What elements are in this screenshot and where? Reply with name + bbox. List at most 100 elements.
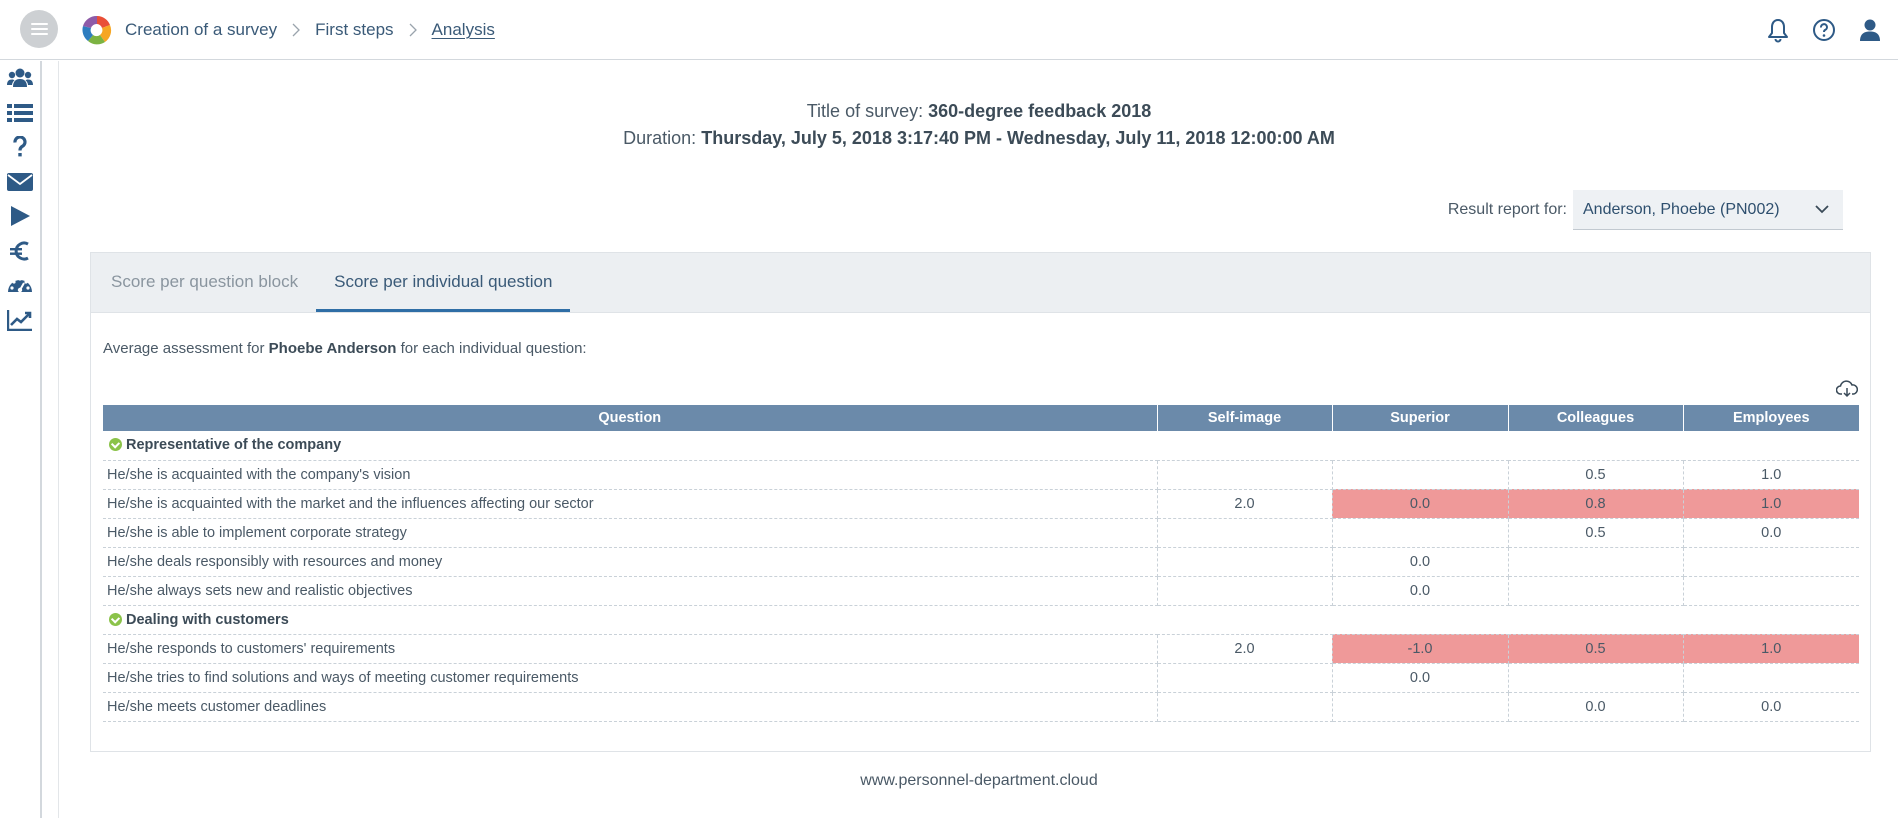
breadcrumb-analysis[interactable]: Analysis xyxy=(432,20,495,40)
superior-cell: 0.0 xyxy=(1332,489,1509,519)
question-group-row[interactable]: Dealing with customers xyxy=(103,605,1859,635)
superior-cell: 0.0 xyxy=(1332,547,1509,577)
superior-cell: -1.0 xyxy=(1332,634,1509,664)
table-row: He/she is acquainted with the market and… xyxy=(103,489,1859,519)
result-report-select[interactable]: Anderson, Phoebe (PN002) xyxy=(1573,190,1843,230)
question-cell: He/she is acquainted with the company's … xyxy=(103,460,1158,490)
column-header-self-image[interactable]: Self-image xyxy=(1157,405,1333,431)
mail-icon[interactable] xyxy=(0,165,40,200)
self-image-cell xyxy=(1157,576,1333,606)
result-report-for: Result report for: Anderson, Phoebe (PN0… xyxy=(1448,190,1843,230)
table-header-row: Question Self-image Superior Colleagues … xyxy=(103,405,1859,431)
survey-duration-value: Thursday, July 5, 2018 3:17:40 PM - Wedn… xyxy=(701,128,1335,148)
cloud-download-icon[interactable] xyxy=(1836,380,1858,398)
tab-bar: Score per question block Score per indiv… xyxy=(91,253,1870,313)
question-icon[interactable] xyxy=(0,130,40,165)
chart-icon[interactable] xyxy=(0,303,40,338)
question-cell: He/she responds to customers' requiremen… xyxy=(103,634,1158,664)
employees-cell: 1.0 xyxy=(1683,460,1859,490)
collapse-group-icon[interactable] xyxy=(109,612,122,626)
hamburger-menu-button[interactable] xyxy=(20,10,58,48)
employees-cell: 1.0 xyxy=(1683,634,1859,664)
colleagues-cell: 0.5 xyxy=(1508,460,1684,490)
superior-cell xyxy=(1332,460,1509,490)
results-table: Question Self-image Superior Colleagues … xyxy=(103,405,1859,722)
main-content: Title of survey: 360-degree feedback 201… xyxy=(58,61,1898,818)
colleagues-cell: 0.0 xyxy=(1508,692,1684,722)
chevron-down-icon xyxy=(1815,205,1829,214)
chevron-right-icon xyxy=(394,22,432,38)
question-cell: He/she tries to find solutions and ways … xyxy=(103,663,1158,693)
survey-duration: Duration: Thursday, July 5, 2018 3:17:40… xyxy=(59,128,1898,149)
self-image-cell: 2.0 xyxy=(1157,634,1333,664)
column-header-employees[interactable]: Employees xyxy=(1683,405,1859,431)
assessment-prefix: Average assessment for xyxy=(103,340,265,357)
play-icon[interactable] xyxy=(0,199,40,234)
column-header-colleagues[interactable]: Colleagues xyxy=(1508,405,1684,431)
breadcrumb-first-steps[interactable]: First steps xyxy=(315,20,393,40)
employees-cell: 0.0 xyxy=(1683,692,1859,722)
column-header-superior[interactable]: Superior xyxy=(1332,405,1509,431)
users-icon[interactable] xyxy=(0,61,40,96)
app-logo-icon xyxy=(82,15,112,45)
collapse-group-icon[interactable] xyxy=(109,438,122,452)
assessment-person-name: Phoebe Anderson xyxy=(268,340,397,357)
group-name: Representative of the company xyxy=(126,437,342,454)
self-image-cell: 2.0 xyxy=(1157,489,1333,519)
question-cell: He/she always sets new and realistic obj… xyxy=(103,576,1158,606)
question-group-row[interactable]: Representative of the company xyxy=(103,431,1859,461)
self-image-cell xyxy=(1157,460,1333,490)
self-image-cell xyxy=(1157,518,1333,548)
employees-cell xyxy=(1683,547,1859,577)
table-row: He/she is acquainted with the company's … xyxy=(103,460,1859,490)
group-name: Dealing with customers xyxy=(126,611,289,628)
survey-duration-label: Duration: xyxy=(623,128,697,148)
colleagues-cell: 0.8 xyxy=(1508,489,1684,519)
results-panel: Score per question block Score per indiv… xyxy=(90,252,1871,752)
column-header-question[interactable]: Question xyxy=(103,405,1158,431)
superior-cell xyxy=(1332,692,1509,722)
colleagues-cell xyxy=(1508,576,1684,606)
dashboard-icon[interactable] xyxy=(0,268,40,303)
bell-icon[interactable] xyxy=(1764,16,1792,44)
survey-title-value: 360-degree feedback 2018 xyxy=(928,101,1152,121)
help-icon[interactable] xyxy=(1810,16,1838,44)
colleagues-cell xyxy=(1508,547,1684,577)
footer-url[interactable]: www.personnel-department.cloud xyxy=(59,772,1898,790)
question-cell: He/she deals responsibly with resources … xyxy=(103,547,1158,577)
euro-icon[interactable] xyxy=(0,234,40,269)
result-report-selected-value: Anderson, Phoebe (PN002) xyxy=(1583,200,1780,218)
top-bar: Creation of a survey First steps Analysi… xyxy=(0,0,1898,60)
assessment-suffix: for each individual question: xyxy=(400,340,587,357)
tab-score-per-individual-question[interactable]: Score per individual question xyxy=(316,252,571,312)
self-image-cell xyxy=(1157,547,1333,577)
table-row: He/she is able to implement corporate st… xyxy=(103,518,1859,548)
question-cell: He/she is acquainted with the market and… xyxy=(103,489,1158,519)
table-row: He/she always sets new and realistic obj… xyxy=(103,576,1859,606)
sidebar xyxy=(0,61,42,818)
superior-cell xyxy=(1332,518,1509,548)
superior-cell: 0.0 xyxy=(1332,663,1509,693)
question-cell: He/she meets customer deadlines xyxy=(103,692,1158,722)
self-image-cell xyxy=(1157,663,1333,693)
list-icon[interactable] xyxy=(0,96,40,131)
colleagues-cell: 0.5 xyxy=(1508,518,1684,548)
result-report-label: Result report for: xyxy=(1447,201,1567,218)
employees-cell: 0.0 xyxy=(1683,518,1859,548)
breadcrumb-creation-of-survey[interactable]: Creation of a survey xyxy=(125,20,277,40)
assessment-description: Average assessment for Phoebe Anderson f… xyxy=(103,340,587,357)
breadcrumb: Creation of a survey First steps Analysi… xyxy=(125,0,495,60)
question-cell: He/she is able to implement corporate st… xyxy=(103,518,1158,548)
employees-cell: 1.0 xyxy=(1683,489,1859,519)
superior-cell: 0.0 xyxy=(1332,576,1509,606)
user-icon[interactable] xyxy=(1856,16,1884,44)
table-row: He/she tries to find solutions and ways … xyxy=(103,663,1859,693)
survey-title: Title of survey: 360-degree feedback 201… xyxy=(59,101,1898,122)
tab-score-per-question-block[interactable]: Score per question block xyxy=(93,252,316,312)
self-image-cell xyxy=(1157,692,1333,722)
table-row: He/she deals responsibly with resources … xyxy=(103,547,1859,577)
table-row: He/she meets customer deadlines 0.0 0.0 xyxy=(103,692,1859,722)
survey-title-label: Title of survey: xyxy=(806,101,924,121)
chevron-right-icon xyxy=(277,22,315,38)
colleagues-cell: 0.5 xyxy=(1508,634,1684,664)
